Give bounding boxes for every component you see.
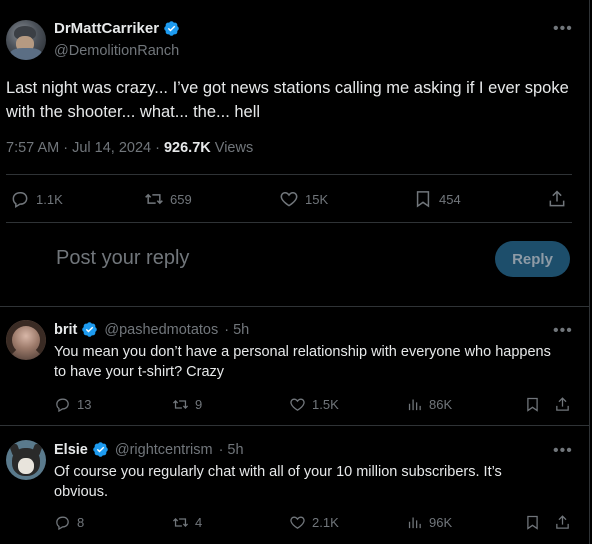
retweet-action[interactable]: 659 [144,189,192,209]
bookmark-action[interactable] [524,396,541,413]
tweet-views-count: 926.7K [163,140,211,156]
reply-action[interactable]: 8 [54,514,84,531]
verified-badge-icon [82,322,98,337]
analytics-icon [408,517,421,529]
reply-icon [12,192,28,208]
share-icon [549,190,565,207]
bookmark-icon [416,191,430,208]
verified-badge-icon [164,21,179,36]
retweet-count: 659 [170,191,192,207]
author-handle[interactable]: @DemolitionRanch [54,43,179,59]
share-action[interactable] [554,514,571,531]
reply-avatar[interactable] [6,440,46,480]
more-options-icon[interactable]: ••• [553,323,573,339]
more-options-icon[interactable]: ••• [553,21,573,37]
reply-time[interactable]: · 5h [224,322,249,338]
reply-icon [56,398,69,413]
reply-count: 8 [77,515,85,530]
retweet-action[interactable]: 4 [172,514,202,531]
retweet-count: 9 [195,397,203,412]
divider [0,306,590,307]
reply-handle[interactable]: @rightcentrism [115,442,213,458]
like-count: 2.1K [312,515,339,530]
reply-time[interactable]: · 5h [219,442,244,458]
reply-action[interactable]: 13 [54,396,91,413]
bookmark-count: 454 [439,191,461,207]
bookmark-icon [527,515,538,530]
like-count: 1.5K [312,397,339,412]
author-avatar[interactable] [6,20,46,60]
views-count: 96K [429,515,453,530]
bookmark-action[interactable] [524,514,541,531]
retweet-icon [145,193,163,205]
more-options-icon[interactable]: ••• [553,443,573,459]
views-action[interactable]: 96K [406,514,452,531]
reply-avatar[interactable] [6,320,46,360]
verified-badge-icon [93,442,108,457]
like-count: 15K [305,191,329,207]
reply-text: Of course you regularly chat with all of… [54,464,502,500]
bookmark-action[interactable]: 454 [413,189,461,209]
author-name-row: DrMattCarriker [54,20,180,37]
reply-display-name[interactable]: brit [54,322,77,338]
share-action[interactable] [554,396,571,413]
heart-icon [290,516,305,529]
reply-header: brit @pashedmotatos · 5h [54,321,249,338]
tweet-text: Last night was crazy... I’ve got news st… [6,79,569,121]
reply-text: You mean you don’t have a personal relat… [54,344,551,380]
heart-icon [290,398,305,411]
reply-count: 1.1K [36,191,63,207]
divider [6,174,572,175]
reply-display-name[interactable]: Elsie [54,442,88,458]
reply-icon [56,516,69,531]
reply-action[interactable]: 1.1K [10,189,63,209]
retweet-action[interactable]: 9 [172,396,202,413]
views-action[interactable]: 86K [406,396,452,413]
like-action[interactable]: 1.5K [289,396,339,413]
retweet-icon [172,518,189,527]
reply-header: Elsie @rightcentrism · 5h [54,441,244,458]
share-icon [556,397,569,411]
author-display-name[interactable]: DrMattCarriker [54,20,159,37]
bookmark-icon [527,397,538,412]
divider [0,425,590,426]
like-action[interactable]: 2.1K [289,514,339,531]
tweet-views-label: Views [210,140,254,156]
retweet-icon [172,400,189,409]
analytics-icon [408,399,421,411]
tweet-meta: 7:57 AM · Jul 14, 2024 · 926.7K Views [6,140,253,156]
divider [6,222,572,223]
reply-input[interactable]: Post your reply [56,247,189,270]
retweet-count: 4 [195,515,203,530]
share-action[interactable] [547,189,567,209]
tweet-timestamp[interactable]: 7:57 AM · Jul 14, 2024 · [6,140,164,156]
reply-count: 13 [77,397,92,412]
reply-handle[interactable]: @pashedmotatos [104,322,218,338]
reply-button[interactable]: Reply [495,241,570,277]
timeline-frame: DrMattCarriker @DemolitionRanch ••• Last… [0,0,590,544]
share-icon [556,515,569,529]
like-action[interactable]: 15K [279,189,328,209]
heart-icon [280,191,298,207]
views-count: 86K [429,397,453,412]
